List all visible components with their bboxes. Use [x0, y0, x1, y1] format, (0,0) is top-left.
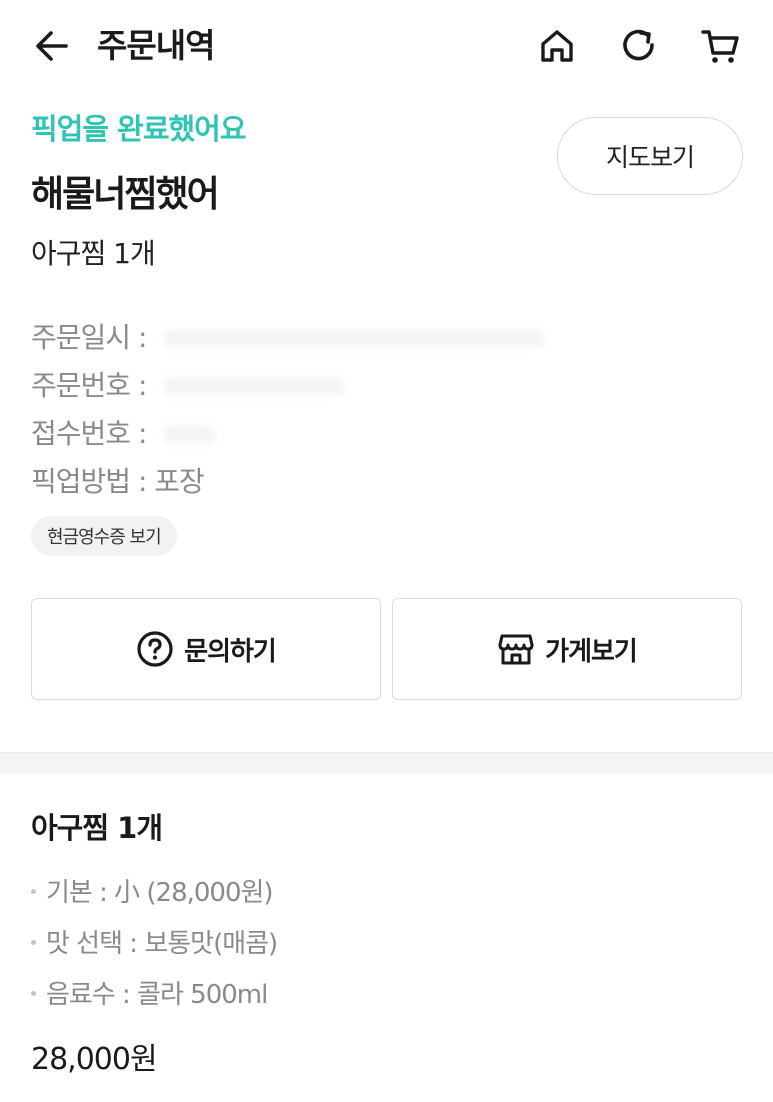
refresh-button[interactable]	[615, 22, 663, 70]
inquiry-button-label: 문의하기	[184, 636, 277, 667]
store-icon	[498, 634, 534, 665]
map-view-button[interactable]: 지도보기	[557, 117, 743, 195]
arrow-left-icon	[36, 31, 68, 61]
pickup-method-label: 픽업방법 :	[31, 465, 147, 498]
menu-option: 맛 선택 : 보통맛(매콤)	[31, 919, 278, 970]
menu-option-text: 음료수 : 콜라 500ml	[46, 980, 268, 1010]
cart-icon	[701, 30, 739, 63]
masked-receipt-number	[164, 426, 215, 444]
cart-button[interactable]	[697, 22, 745, 70]
order-date-row: 주문일시 :	[31, 314, 545, 362]
home-button[interactable]	[533, 22, 581, 70]
order-status: 픽업을 완료했어요	[31, 112, 247, 146]
inquiry-button[interactable]: 문의하기	[31, 598, 381, 700]
pickup-method-value: 포장	[154, 465, 205, 498]
menu-option-text: 맛 선택 : 보통맛(매콤)	[46, 929, 278, 959]
order-summary: 아구찜 1개	[31, 237, 156, 270]
bullet-dot	[31, 889, 36, 894]
order-number-label: 주문번호 :	[31, 369, 147, 402]
menu-option-list: 기본 : 小 (28,000원) 맛 선택 : 보통맛(매콤) 음료수 : 콜라…	[31, 868, 278, 1021]
back-button[interactable]	[30, 24, 74, 68]
home-icon	[541, 30, 573, 62]
menu-item-title: 아구찜 1개	[31, 811, 163, 845]
page-title: 주문내역	[97, 26, 215, 65]
bullet-dot	[31, 991, 36, 996]
bullet-dot	[31, 940, 36, 945]
question-circle-icon	[137, 631, 173, 667]
receipt-number-label: 접수번호 :	[31, 417, 147, 450]
store-view-button[interactable]: 가게보기	[392, 598, 742, 700]
order-info-list: 주문일시 : 주문번호 : 접수번호 : 픽업방법 : 포장	[31, 314, 545, 506]
store-view-button-label: 가게보기	[545, 636, 638, 667]
order-date-label: 주문일시 :	[31, 321, 147, 354]
menu-item-price: 28,000원	[31, 1042, 158, 1077]
menu-option: 기본 : 小 (28,000원)	[31, 868, 277, 919]
masked-order-date	[164, 330, 545, 348]
menu-option-text: 기본 : 小 (28,000원)	[46, 878, 274, 908]
refresh-icon	[623, 29, 654, 61]
store-name: 해물너찜했어	[31, 174, 220, 215]
order-number-row: 주문번호 :	[31, 362, 544, 410]
cash-receipt-chip[interactable]: 현금영수증 보기	[31, 516, 177, 556]
menu-option: 음료수 : 콜라 500ml	[31, 970, 277, 1021]
receipt-number-row: 접수번호 :	[31, 410, 544, 458]
order-detail-page: 주문내역 픽업을 완료했어요 지도보기 해물너찜했어 아구찜 1개 주문일시 :	[0, 0, 773, 1102]
app-header: 주문내역	[0, 0, 773, 92]
masked-order-number	[164, 378, 345, 396]
section-divider	[0, 752, 773, 774]
pickup-method-row: 픽업방법 : 포장	[31, 458, 544, 506]
